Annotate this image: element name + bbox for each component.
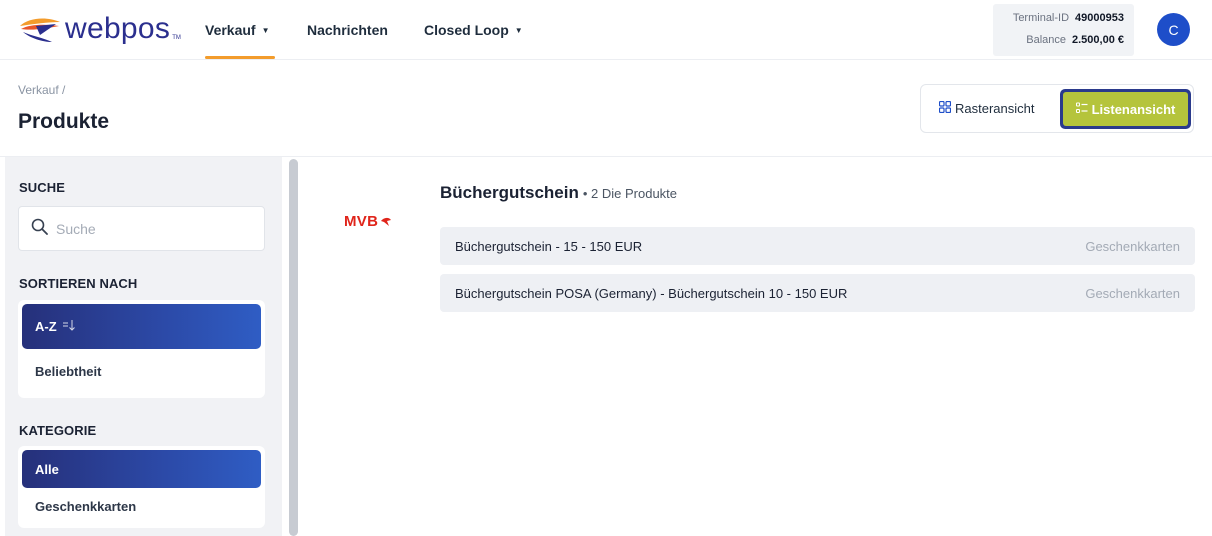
top-navbar: webpos TM Verkauf ▼ Nachrichten Closed L…: [0, 0, 1212, 60]
grid-view-label: Rasteransicht: [955, 101, 1035, 116]
terminal-id-row: Terminal-ID 49000953: [1013, 12, 1124, 24]
terminal-info: Terminal-ID 49000953 Balance 2.500,00 €: [993, 4, 1134, 56]
webpos-logo-icon: [20, 18, 60, 42]
sidebar-scrollbar[interactable]: [289, 159, 298, 536]
search-icon: [31, 218, 48, 240]
search-input[interactable]: [56, 220, 246, 237]
sort-options-card: A-Z Beliebtheit: [18, 300, 265, 398]
breadcrumb[interactable]: Verkauf /: [18, 83, 65, 97]
sort-option-az[interactable]: A-Z: [22, 304, 261, 349]
group-name: Büchergutschein: [440, 183, 579, 202]
search-section-title: SUCHE: [19, 180, 66, 195]
category-option-all[interactable]: Alle: [22, 450, 261, 488]
sort-ascending-icon: [62, 319, 75, 334]
balance-label: Balance: [1026, 34, 1066, 46]
category-section-title: KATEGORIE: [19, 423, 97, 438]
group-product-count: • 2 Die Produkte: [582, 186, 678, 201]
product-name: Büchergutschein POSA (Germany) - Bücherg…: [455, 285, 848, 301]
caret-down-icon: ▼: [514, 26, 523, 35]
product-row[interactable]: Büchergutschein POSA (Germany) - Bücherg…: [440, 274, 1195, 312]
balance-value: 2.500,00 €: [1072, 34, 1124, 46]
product-category: Geschenkkarten: [1085, 238, 1180, 254]
grid-icon: [938, 100, 952, 116]
page-title: Produkte: [18, 110, 110, 133]
logo-wordmark: webpos: [65, 12, 171, 45]
list-icon: [1075, 102, 1088, 117]
mvb-logo-text: MVB: [344, 213, 379, 230]
nav-item-verkauf[interactable]: Verkauf ▼: [205, 22, 270, 38]
sort-option-popularity[interactable]: Beliebtheit: [22, 349, 261, 394]
balance-row: Balance 2.500,00 €: [1026, 34, 1124, 46]
filter-sidebar: SUCHE SORTIEREN NACH A-Z Beliebtheit: [5, 157, 282, 536]
nav-item-label: Closed Loop: [424, 22, 509, 38]
nav-item-label: Nachrichten: [307, 22, 388, 38]
sort-option-label: Beliebtheit: [35, 364, 102, 379]
category-option-gift-cards[interactable]: Geschenkkarten: [22, 488, 261, 524]
mvb-brand-logo: MVB: [344, 213, 392, 230]
sort-option-label: A-Z: [35, 319, 57, 334]
caret-down-icon: ▼: [261, 26, 270, 35]
webpos-logo[interactable]: webpos TM: [18, 14, 181, 44]
nav-item-label: Verkauf: [205, 22, 256, 38]
product-name: Büchergutschein - 15 - 150 EUR: [455, 238, 643, 254]
nav-item-closed-loop[interactable]: Closed Loop ▼: [424, 22, 523, 38]
category-options-card: Alle Geschenkkarten: [18, 446, 265, 528]
list-view-label: Listenansicht: [1091, 101, 1176, 117]
sort-section-title: SORTIEREN NACH: [19, 276, 138, 291]
list-view-button[interactable]: Listenansicht: [1060, 89, 1191, 129]
product-row[interactable]: Büchergutschein - 15 - 150 EUR Geschenkk…: [440, 227, 1195, 265]
list-view-button-inner: Listenansicht: [1063, 92, 1188, 126]
user-avatar[interactable]: C: [1157, 13, 1190, 46]
nav-active-indicator: [205, 56, 275, 59]
terminal-id-value: 49000953: [1075, 12, 1124, 24]
category-option-label: Geschenkkarten: [35, 498, 137, 514]
terminal-id-label: Terminal-ID: [1012, 12, 1070, 24]
nav-item-nachrichten[interactable]: Nachrichten: [307, 22, 388, 38]
grid-view-button[interactable]: Rasteransicht: [938, 100, 1035, 116]
mvb-logo-mark-icon: [381, 217, 392, 226]
logo-trademark: TM: [172, 35, 181, 41]
product-category: Geschenkkarten: [1085, 285, 1180, 301]
category-option-label: Alle: [35, 461, 59, 477]
view-toggle: Rasteransicht Listenansicht: [920, 84, 1194, 133]
search-field[interactable]: [18, 206, 265, 251]
product-group-title: Büchergutschein • 2 Die Produkte: [440, 183, 677, 203]
